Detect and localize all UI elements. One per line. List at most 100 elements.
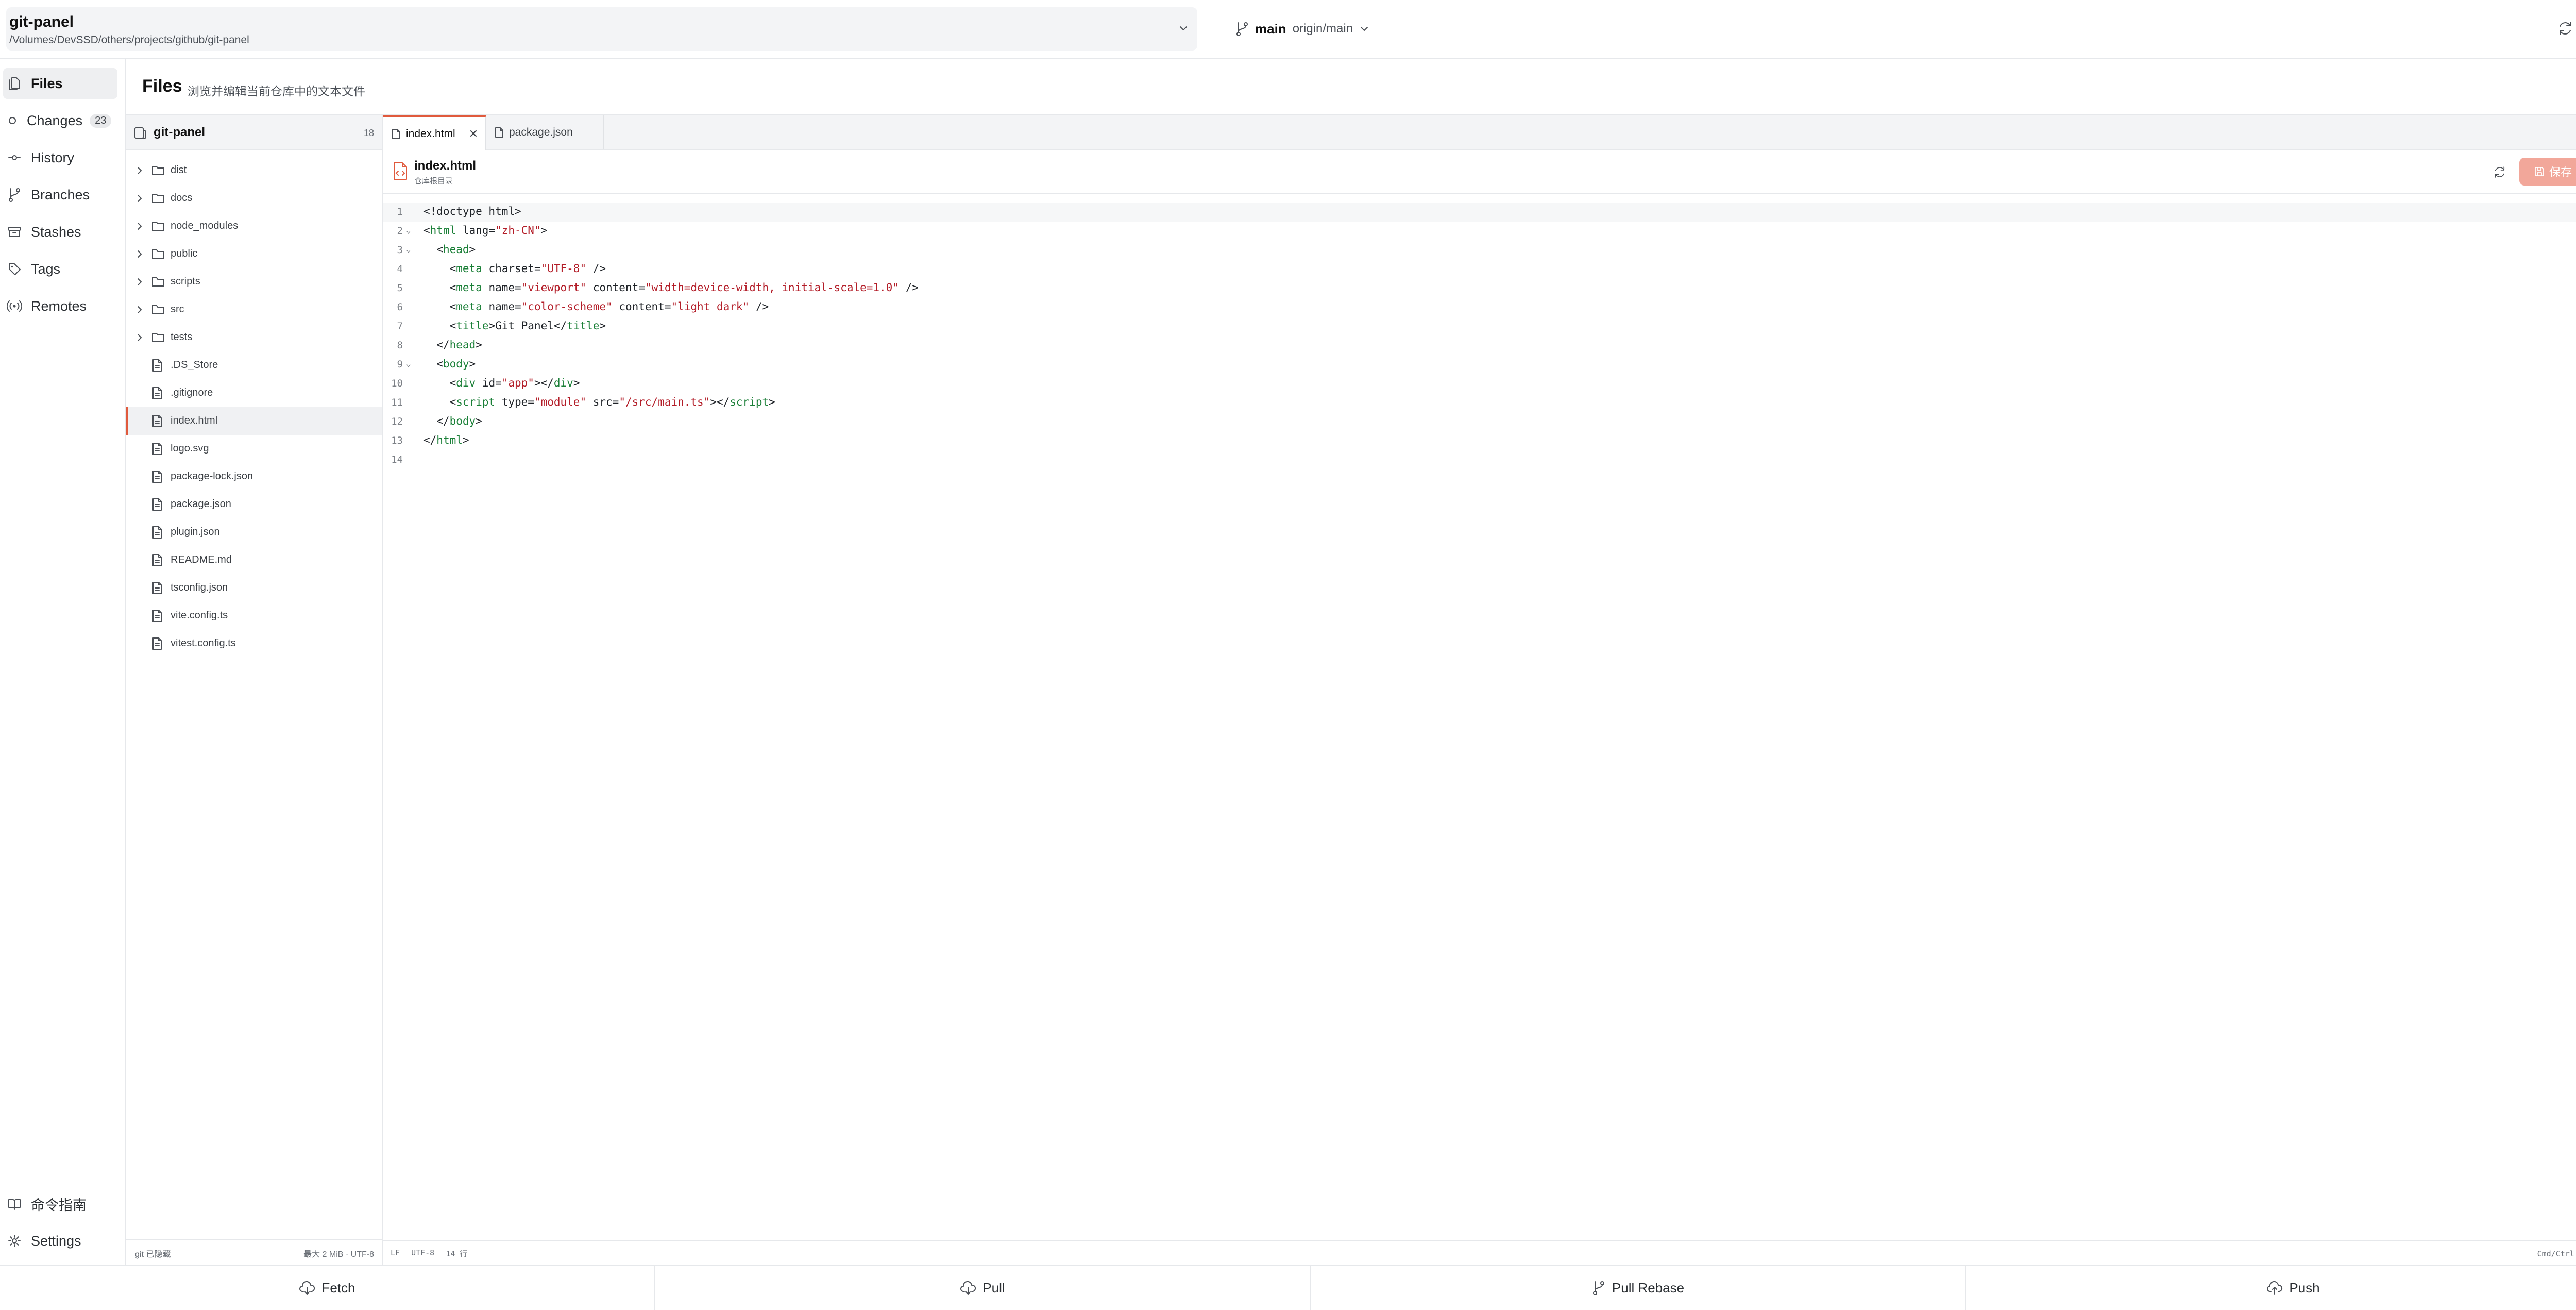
sidebar-item-tags[interactable]: Tags [3, 254, 117, 284]
tree-folder[interactable]: docs [126, 184, 382, 212]
sidebar-item-history[interactable]: History [3, 142, 117, 173]
code-line[interactable]: 2 ⌄ <html lang="zh-CN"> [383, 222, 2576, 241]
chevron-right-icon[interactable] [135, 277, 144, 287]
tree-item-label: plugin.json [171, 526, 220, 538]
tree-file[interactable]: README.md [126, 546, 382, 574]
sidebar-item-command-guide[interactable]: 命令指南 [3, 1188, 117, 1219]
chevron-right-icon[interactable] [135, 332, 144, 343]
code-text: <meta charset="UTF-8" /> [423, 262, 606, 275]
code-line[interactable]: 5 <meta name="viewport" content="width=d… [383, 279, 2576, 298]
action-label: Push [2289, 1280, 2320, 1296]
tree-file[interactable]: index.html [126, 407, 382, 435]
line-number: 4 [397, 263, 403, 275]
tree-folder[interactable]: public [126, 240, 382, 268]
pull-button[interactable]: Pull [655, 1266, 1311, 1310]
tree-file[interactable]: vitest.config.ts [126, 630, 382, 658]
fold-toggle-icon[interactable]: ⌄ [406, 225, 411, 235]
tree-file[interactable]: .DS_Store [126, 351, 382, 379]
code-tag: script [730, 396, 769, 408]
branches-icon [7, 187, 22, 203]
tree-folder[interactable]: src [126, 296, 382, 324]
tree-file[interactable]: .gitignore [126, 379, 382, 407]
code-token: < [423, 320, 456, 332]
save-button[interactable]: 保存 [2519, 158, 2576, 186]
code-line[interactable]: 6 <meta name="color-scheme" content="lig… [383, 298, 2576, 317]
repo-selector[interactable]: git-panel /Volumes/DevSSD/others/project… [6, 7, 1197, 51]
push-button[interactable]: Push [1966, 1266, 2576, 1310]
tree-folder[interactable]: node_modules [126, 212, 382, 240]
pull-rebase-button[interactable]: Pull Rebase [1311, 1266, 1966, 1310]
code-line[interactable]: 3 ⌄ <head> [383, 241, 2576, 260]
sidebar-item-branches[interactable]: Branches [3, 179, 117, 210]
reload-file-icon[interactable] [2493, 165, 2507, 179]
file-info-bar: index.html 仓库根目录 保存 [383, 150, 2576, 194]
chevron-right-icon[interactable] [135, 305, 144, 315]
code-line[interactable]: 12 </body> [383, 413, 2576, 432]
tree-folder[interactable]: scripts [126, 268, 382, 296]
file-tree-root: git-panel [154, 125, 205, 139]
chevron-down-icon [1359, 24, 1369, 34]
chevron-right-icon[interactable] [135, 221, 144, 231]
code-line[interactable]: 7 <title>Git Panel</title> [383, 317, 2576, 337]
code-text: <meta name="color-scheme" content="light… [423, 300, 769, 313]
code-editor[interactable]: 1 <!doctype html> 2 ⌄ <html lang="zh-CN"> 3 ⌄ … [383, 194, 2576, 1240]
code-line[interactable]: 9 ⌄ <body> [383, 356, 2576, 375]
code-tag: div [456, 377, 476, 389]
tree-item-label: index.html [171, 415, 218, 426]
branch-selector[interactable]: main origin/main [1235, 19, 1369, 39]
tag-icon [7, 262, 22, 276]
close-icon[interactable]: ✕ [469, 127, 478, 141]
sidebar-item-stashes[interactable]: Stashes [3, 216, 117, 247]
fold-toggle-icon[interactable]: ⌄ [406, 359, 411, 368]
sidebar-item-changes[interactable]: Changes 23 [3, 105, 117, 136]
sidebar-item-settings[interactable]: Settings [3, 1225, 117, 1256]
sidebar-item-label: Settings [31, 1233, 81, 1249]
code-line[interactable]: 1 <!doctype html> [383, 203, 2576, 222]
code-token: /> [899, 281, 919, 294]
tree-file[interactable]: package-lock.json [126, 463, 382, 491]
code-tag: meta [456, 300, 482, 313]
code-string: "light dark" [671, 300, 750, 313]
tree-file[interactable]: package.json [126, 491, 382, 518]
tree-folder[interactable]: tests [126, 324, 382, 351]
sidebar-item-remotes[interactable]: Remotes [3, 291, 117, 322]
tree-folder[interactable]: dist [126, 157, 382, 184]
cloud-fetch-icon [299, 1280, 315, 1296]
tree-item-label: vite.config.ts [171, 610, 228, 621]
code-line[interactable]: 11 <script type="module" src="/src/main.… [383, 394, 2576, 413]
chevron-right-icon[interactable] [135, 165, 144, 176]
code-line[interactable]: 14 [383, 451, 2576, 470]
chevron-down-icon [1178, 23, 1189, 34]
tree-item-label: README.md [171, 554, 232, 565]
tab-package-json[interactable]: package.json [486, 115, 604, 149]
tree-file[interactable]: plugin.json [126, 518, 382, 546]
tree-file[interactable]: vite.config.ts [126, 602, 382, 630]
file-icon [495, 127, 504, 138]
tree-file[interactable]: logo.svg [126, 435, 382, 463]
sidebar-item-files[interactable]: Files [3, 68, 117, 99]
line-number: 11 [391, 397, 403, 408]
chevron-right-icon[interactable] [135, 249, 144, 259]
fold-toggle-icon[interactable]: ⌄ [406, 244, 411, 254]
tree-file[interactable]: tsconfig.json [126, 574, 382, 602]
code-line[interactable]: 10 <div id="app"></div> [383, 375, 2576, 394]
file-name: index.html [414, 159, 477, 173]
encoding: UTF-8 [411, 1248, 435, 1257]
code-token: > [476, 339, 482, 351]
tab-index-html[interactable]: index.html ✕ [383, 115, 486, 150]
code-line[interactable]: 13 </html> [383, 432, 2576, 451]
line-number: 2 [397, 225, 403, 237]
code-line[interactable]: 4 <meta charset="UTF-8" /> [383, 260, 2576, 279]
code-token: charset= [482, 262, 541, 275]
code-tag: meta [456, 281, 482, 294]
action-label: Fetch [321, 1280, 355, 1296]
code-token: < [423, 300, 456, 313]
fetch-button[interactable]: Fetch [0, 1266, 655, 1310]
code-line[interactable]: 8 </head> [383, 337, 2576, 356]
code-string: "UTF-8" [540, 262, 587, 275]
code-token: < [423, 281, 456, 294]
code-tag: title [456, 320, 489, 332]
chevron-right-icon[interactable] [135, 193, 144, 204]
code-token: name= [482, 281, 521, 294]
refresh-icon[interactable] [2556, 20, 2574, 37]
